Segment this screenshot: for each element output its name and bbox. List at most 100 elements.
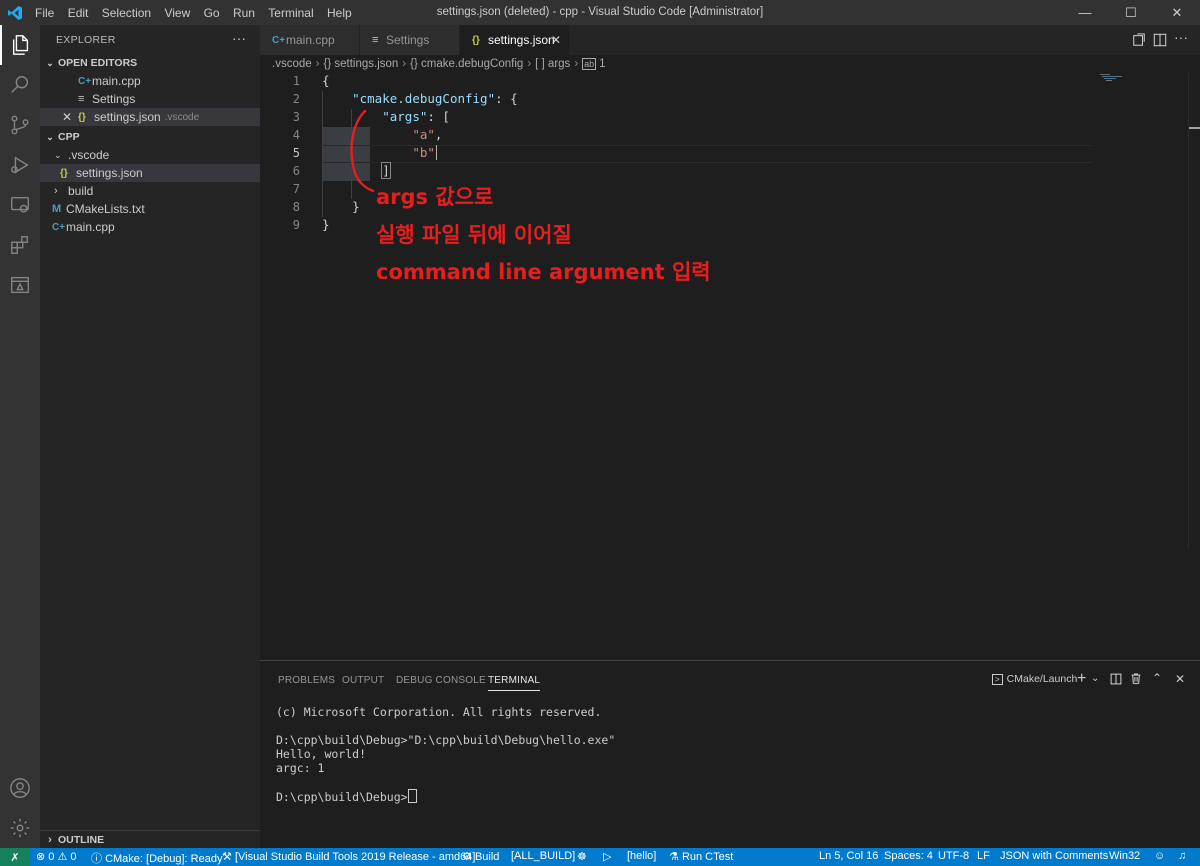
close-window-button[interactable]: ✕ — [1154, 0, 1200, 25]
tree-item-label: .vscode — [68, 148, 110, 162]
language-mode[interactable]: JSON with Comments — [1000, 850, 1108, 862]
tree-item[interactable]: › build — [40, 182, 260, 200]
open-editors-label: OPEN EDITORS — [58, 57, 138, 69]
menu-view[interactable]: View — [164, 6, 190, 20]
problems-status[interactable]: ⊗ 0 ⚠ 0 — [36, 850, 77, 863]
platform[interactable]: Win32 — [1109, 850, 1140, 862]
chevron-down-icon: ⌄ — [46, 57, 54, 68]
run-ctest-button[interactable]: ⚗ Run CTest — [669, 850, 733, 863]
more-actions-icon[interactable]: ··· — [232, 30, 246, 46]
sidebar-title: EXPLORER — [56, 34, 116, 46]
source-control-icon[interactable] — [0, 105, 40, 145]
code-line: { — [322, 73, 330, 88]
menu-edit[interactable]: Edit — [68, 6, 89, 20]
close-panel-icon[interactable]: ✕ — [1175, 672, 1185, 686]
terminal-selector-label: CMake/Launch — [1006, 673, 1078, 685]
chevron-right-icon: › — [315, 58, 320, 70]
more-actions-icon[interactable]: ··· — [1174, 29, 1188, 45]
cursor-position[interactable]: Ln 5, Col 16 — [819, 850, 878, 862]
tree-item[interactable]: ⌄ .vscode — [40, 146, 260, 164]
split-terminal-icon[interactable] — [1110, 673, 1122, 688]
breadcrumb-item[interactable]: [ ] args — [535, 58, 570, 70]
menu-terminal[interactable]: Terminal — [268, 6, 313, 20]
tab-output[interactable]: OUTPUT — [342, 675, 384, 686]
tree-item[interactable]: M CMakeLists.txt — [40, 200, 260, 218]
build-label: Build — [474, 851, 500, 863]
line-number: 8 — [292, 200, 300, 214]
new-terminal-icon[interactable]: + — [1077, 670, 1086, 688]
code-editor[interactable]: 1 2 3 4 5 6 7 8 9 { "cmake.debugConfig":… — [260, 73, 1200, 660]
build-target[interactable]: [ALL_BUILD] — [511, 850, 575, 862]
tab-main-cpp[interactable]: C+ main.cpp — [260, 25, 360, 55]
breadcrumb-item[interactable]: {} cmake.debugConfig — [410, 58, 523, 70]
tab-settings-json[interactable]: {} settings.json ✕ — [460, 25, 570, 55]
open-editor-item[interactable]: C+ main.cpp — [40, 72, 260, 90]
encoding[interactable]: UTF-8 — [938, 850, 969, 862]
tab-terminal[interactable]: TERMINAL — [488, 675, 541, 691]
launch-target[interactable]: [hello] — [627, 850, 656, 862]
terminal-line: argc: 1 — [276, 761, 325, 775]
activity-bar — [0, 25, 40, 848]
title-bar: File Edit Selection View Go Run Terminal… — [0, 0, 1200, 25]
maximize-button[interactable]: ☐ — [1108, 0, 1154, 25]
menu-go[interactable]: Go — [204, 6, 220, 20]
line-number: 4 — [292, 128, 300, 142]
minimize-button[interactable]: — — [1062, 0, 1108, 25]
terminal-selector[interactable]: > CMake/Launch — [992, 673, 1077, 685]
extensions-icon[interactable] — [0, 225, 40, 265]
outline-header[interactable]: › OUTLINE — [40, 830, 260, 849]
menu-run[interactable]: Run — [233, 6, 255, 20]
cmake-status[interactable]: ⓘ CMake: [Debug]: Ready — [91, 850, 222, 866]
trash-icon[interactable] — [1130, 672, 1142, 688]
indentation[interactable]: Spaces: 4 — [884, 850, 933, 862]
folder-header[interactable]: ⌄ CPP — [40, 128, 260, 146]
manage-gear-icon[interactable] — [0, 808, 40, 848]
remote-explorer-icon[interactable] — [0, 185, 40, 225]
open-editors-header[interactable]: ⌄ OPEN EDITORS — [40, 54, 260, 72]
open-editor-item[interactable]: ✕ {} settings.json .vscode — [40, 108, 260, 126]
debug-bug-icon[interactable]: ☸ — [577, 850, 587, 863]
chevron-down-icon[interactable]: ⌄ — [1091, 673, 1099, 684]
tab-settings[interactable]: ≡ Settings — [360, 25, 460, 55]
remote-indicator[interactable]: ✗ — [0, 848, 30, 866]
search-icon[interactable] — [0, 65, 40, 105]
cmake-file-icon: M — [52, 203, 62, 215]
cmake-kit[interactable]: ⚒ [Visual Studio Build Tools 2019 Releas… — [222, 850, 475, 863]
feedback-icon[interactable]: ☺ — [1154, 850, 1165, 862]
close-tab-icon[interactable]: ✕ — [551, 33, 561, 47]
error-count: 0 — [48, 851, 55, 863]
beaker-icon: ⚗ — [669, 851, 679, 863]
maximize-panel-icon[interactable]: ⌃ — [1152, 671, 1162, 685]
run-play-icon[interactable]: ▷ — [603, 850, 611, 863]
end-of-line[interactable]: LF — [977, 850, 990, 862]
vertical-scrollbar[interactable] — [1188, 73, 1200, 548]
chevron-right-icon: › — [527, 58, 532, 70]
notifications-bell-icon[interactable]: ♫ — [1178, 850, 1186, 862]
menu-help[interactable]: Help — [327, 6, 352, 20]
tab-problems[interactable]: PROBLEMS — [278, 675, 335, 686]
breadcrumb-item[interactable]: 1 — [599, 58, 605, 70]
cpp-file-icon: C+ — [272, 34, 286, 46]
tree-item[interactable]: {} settings.json — [40, 164, 260, 182]
account-icon[interactable] — [0, 768, 40, 808]
json-file-icon: {} — [78, 111, 86, 123]
breadcrumb-item[interactable]: .vscode — [272, 58, 312, 70]
close-editor-icon[interactable]: ✕ — [62, 110, 78, 124]
terminal-prompt[interactable]: D:\cpp\build\Debug> — [276, 789, 417, 804]
cmake-icon[interactable] — [0, 265, 40, 305]
menu-file[interactable]: File — [35, 6, 54, 20]
breadcrumb-item[interactable]: {} settings.json — [323, 58, 398, 70]
menu-selection[interactable]: Selection — [102, 6, 151, 20]
split-editor-icon[interactable] — [1153, 33, 1167, 50]
vscode-logo-icon — [0, 5, 30, 21]
tab-debug-console[interactable]: DEBUG CONSOLE — [396, 675, 486, 686]
run-debug-icon[interactable] — [0, 145, 40, 185]
breadcrumb: .vscode › {} settings.json › {} cmake.de… — [260, 55, 1200, 73]
minimap[interactable] — [1098, 73, 1188, 660]
build-button[interactable]: ⚙ Build — [462, 850, 499, 863]
open-editor-item[interactable]: ≡ Settings — [40, 90, 260, 108]
open-preview-icon[interactable] — [1132, 33, 1146, 50]
chevron-right-icon: › — [402, 58, 407, 70]
explorer-icon[interactable] — [0, 25, 40, 65]
tree-item[interactable]: C+ main.cpp — [40, 218, 260, 236]
